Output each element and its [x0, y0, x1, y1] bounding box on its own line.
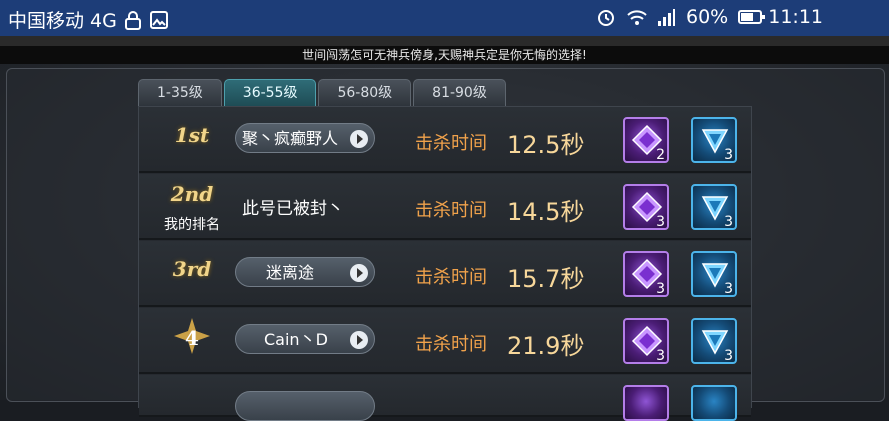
reward-count: 2 [656, 147, 665, 163]
kill-time-value: 12.5秒 [507, 131, 585, 159]
announcement-banner: 世间闯荡怎可无神兵傍身,天赐神兵定是你无悔的选择! [0, 46, 889, 64]
battery-percent: 60% [686, 6, 729, 28]
kill-time-label: 击杀时间 [415, 133, 487, 154]
ranking-table: 1st 聚丶疯癫野人 击杀时间 12.5秒 2 3 2nd 我的排名 此号已被封… [138, 106, 752, 421]
status-left: 中国移动 4G [8, 6, 169, 33]
tab-36-55[interactable]: 36-55级 [223, 79, 317, 106]
tab-1-35[interactable]: 1-35级 [138, 79, 222, 106]
blue-gem-reward[interactable]: 3 [691, 117, 737, 163]
player-name-button[interactable]: 聚丶疯癫野人 [235, 123, 375, 153]
blue-gem-reward[interactable]: 3 [691, 184, 737, 230]
ranking-row: 2nd 我的排名 此号已被封丶 击杀时间 14.5秒 3 3 [139, 174, 751, 240]
reward-count: 3 [656, 348, 665, 364]
battery-icon [738, 7, 766, 27]
signal-icon [656, 7, 676, 27]
purple-gem-reward[interactable]: 3 [623, 184, 669, 230]
status-bar: 中国移动 4G 60% 11:11 [0, 0, 889, 36]
ranking-row: 1st 聚丶疯癫野人 击杀时间 12.5秒 2 3 [139, 107, 751, 173]
player-name: Cain丶D [264, 330, 328, 349]
arrow-right-icon [350, 331, 368, 349]
my-rank-label: 我的排名 [164, 217, 220, 233]
tab-81-90[interactable]: 81-90级 [413, 79, 506, 106]
wifi-icon [626, 7, 647, 27]
reward-count: 3 [724, 348, 733, 364]
blue-gem-reward[interactable] [691, 385, 737, 421]
reward-count: 3 [656, 214, 665, 230]
ranking-row: 4 Cain丶D 击杀时间 21.9秒 3 3 [139, 308, 751, 374]
game-header-strip [0, 36, 889, 46]
purple-gem-reward[interactable]: 3 [623, 251, 669, 297]
tab-56-80[interactable]: 56-80级 [318, 79, 412, 106]
kill-time-value: 21.9秒 [507, 332, 585, 360]
kill-time-value: 14.5秒 [507, 198, 585, 226]
reward-count: 3 [724, 147, 733, 163]
rank-label: 2nd [170, 182, 214, 206]
rank-badge: 2nd 我的排名 [157, 182, 227, 233]
player-name: 迷离途 [266, 263, 315, 282]
rank-label: 4 [185, 326, 199, 350]
rank-badge: 3rd [157, 251, 227, 295]
player-name: 此号已被封丶 [242, 199, 344, 219]
player-name-button[interactable]: Cain丶D [235, 324, 375, 354]
purple-gem-reward[interactable]: 3 [623, 318, 669, 364]
rank-label: 3rd [172, 257, 212, 281]
reward-count: 3 [724, 281, 733, 297]
blue-gem-reward[interactable]: 3 [691, 318, 737, 364]
alarm-icon [596, 7, 616, 27]
kill-time-value: 15.7秒 [507, 265, 585, 293]
ranking-row-partial [139, 375, 751, 421]
arrow-right-icon [350, 264, 368, 282]
kill-time-label: 击杀时间 [415, 267, 487, 288]
reward-count: 3 [656, 281, 665, 297]
clock: 11:11 [768, 6, 823, 28]
rank-badge: 4 [157, 318, 227, 362]
carrier-label: 中国移动 4G [8, 10, 117, 32]
arrow-right-icon [350, 130, 368, 148]
player-name-button[interactable] [235, 391, 375, 421]
rank-badge: 1st [157, 117, 227, 161]
rank-label: 1st [174, 123, 210, 147]
purple-gem-reward[interactable] [623, 385, 669, 421]
player-name: 聚丶疯癫野人 [242, 129, 339, 148]
kill-time-label: 击杀时间 [415, 334, 487, 355]
player-name-button[interactable]: 迷离途 [235, 257, 375, 287]
ranking-row: 3rd 迷离途 击杀时间 15.7秒 3 3 [139, 241, 751, 307]
blue-gem-reward[interactable]: 3 [691, 251, 737, 297]
vpn-lock-icon [123, 10, 143, 30]
purple-gem-reward[interactable]: 2 [623, 117, 669, 163]
reward-count: 3 [724, 214, 733, 230]
level-tabs: 1-35级 36-55级 56-80级 81-90级 [138, 79, 506, 106]
image-icon [149, 10, 169, 30]
kill-time-label: 击杀时间 [415, 200, 487, 221]
status-right: 60% 11:11 [596, 6, 823, 28]
